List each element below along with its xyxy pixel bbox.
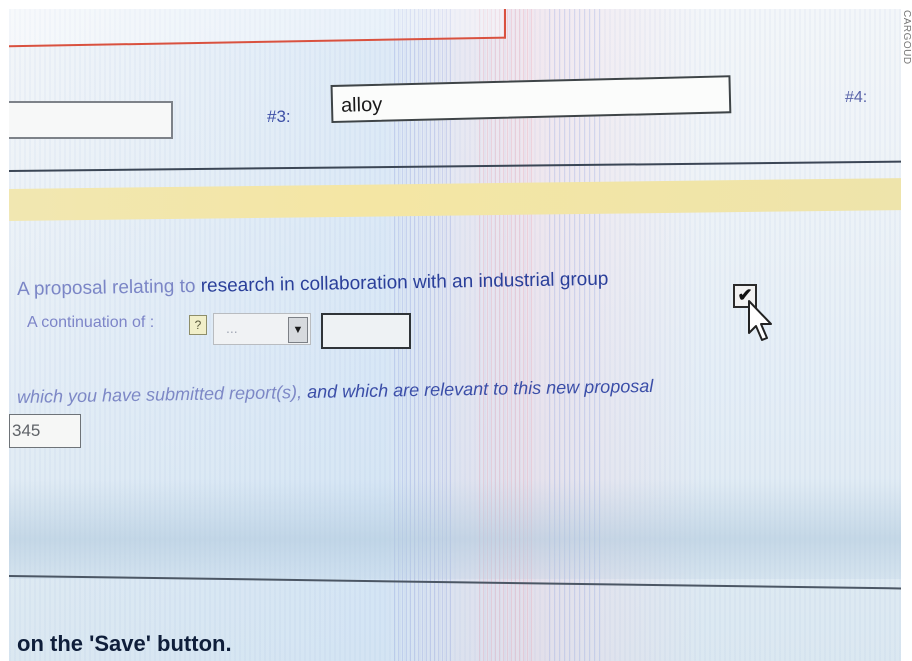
keyword-3-label: #3: xyxy=(267,107,291,126)
continuation-select[interactable]: ... ▼ xyxy=(213,313,311,345)
continuation-label: A continuation of : xyxy=(27,314,155,331)
screen-photo: #3: alloy #4: A proposal relating to res… xyxy=(9,9,901,661)
help-icon[interactable]: ? xyxy=(189,315,207,335)
continuation-number-input[interactable] xyxy=(321,313,411,349)
industrial-label-faded: A proposal relating to xyxy=(16,275,201,300)
mouse-pointer-icon xyxy=(748,300,772,341)
screen-shade xyxy=(9,479,901,579)
keyword-2-input[interactable] xyxy=(9,101,173,139)
continuation-select-value: ... xyxy=(226,320,238,336)
report-number-input[interactable]: 345 xyxy=(9,414,81,448)
keyword-4-label: #4: xyxy=(845,89,868,106)
save-instruction: on the 'Save' button. xyxy=(17,631,232,656)
chevron-down-icon[interactable]: ▼ xyxy=(288,317,308,343)
photo-credit: CARGOUD xyxy=(901,10,912,65)
reports-text-faded: which you have submitted report(s), xyxy=(16,381,308,407)
